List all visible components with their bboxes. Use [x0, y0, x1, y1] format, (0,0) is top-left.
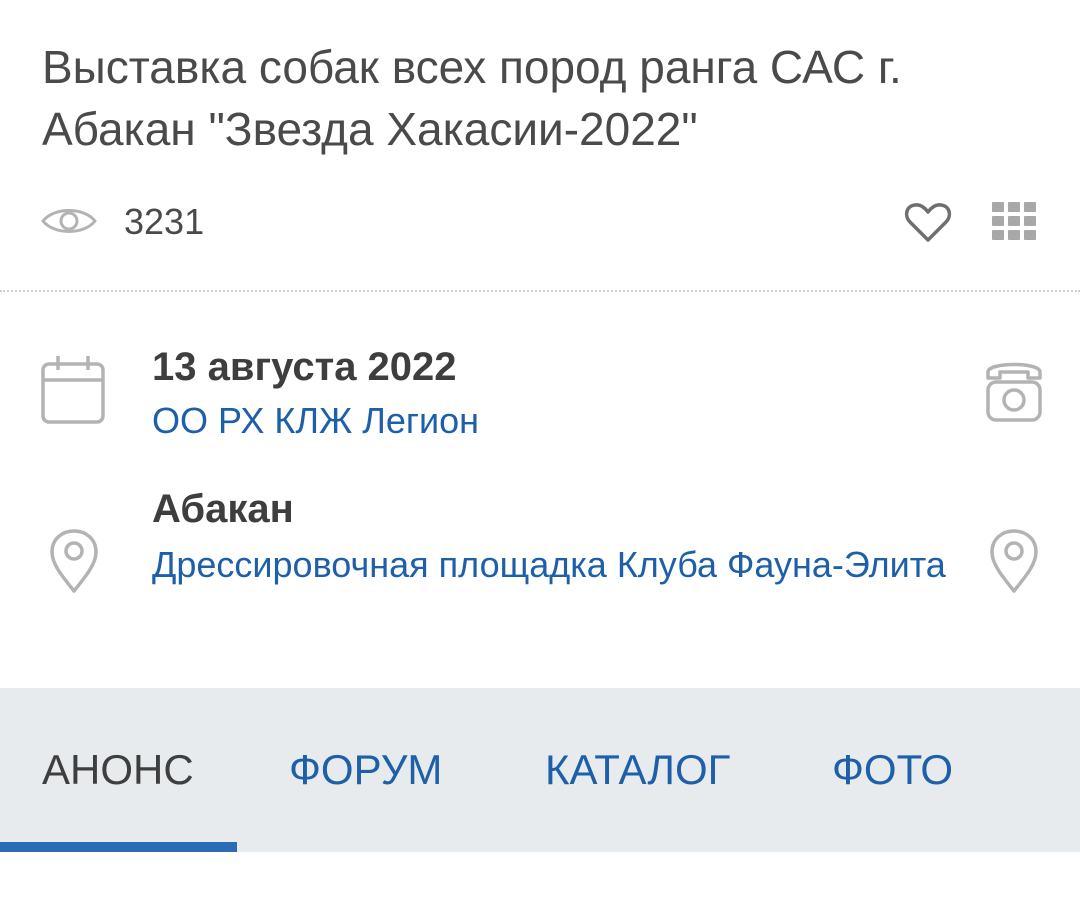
event-page: Выставка собак всех пород ранга САС г. А… — [0, 0, 1080, 908]
event-title: Выставка собак всех пород ранга САС г. А… — [42, 41, 902, 155]
active-tab-indicator — [0, 842, 237, 852]
event-date: 13 августа 2022 — [152, 345, 457, 389]
grid-icon[interactable] — [990, 198, 1042, 246]
tab-bar: АНОНС ФОРУМ КАТАЛОГ ФОТО — [0, 688, 1080, 852]
phone-icon[interactable] — [982, 354, 1046, 424]
event-city: Абакан — [152, 487, 294, 531]
eye-icon — [41, 209, 97, 233]
venue-link[interactable]: Дрессировочная площадка Клуба Фауна-Элит… — [152, 538, 952, 592]
tab-photo[interactable]: ФОТО — [832, 738, 953, 802]
map-pin-icon — [50, 529, 98, 593]
views-count: 3231 — [124, 201, 205, 242]
tab-announcement[interactable]: АНОНС — [42, 738, 194, 802]
organizer-link[interactable]: ОО РХ КЛЖ Легион — [152, 394, 952, 448]
tab-forum[interactable]: ФОРУМ — [289, 738, 442, 802]
map-pin-icon[interactable] — [988, 528, 1040, 594]
tab-catalog[interactable]: КАТАЛОГ — [545, 738, 730, 802]
stats-row: 3231 — [0, 190, 1080, 254]
calendar-icon — [41, 356, 105, 424]
divider — [0, 290, 1080, 292]
heart-icon[interactable] — [902, 198, 954, 246]
